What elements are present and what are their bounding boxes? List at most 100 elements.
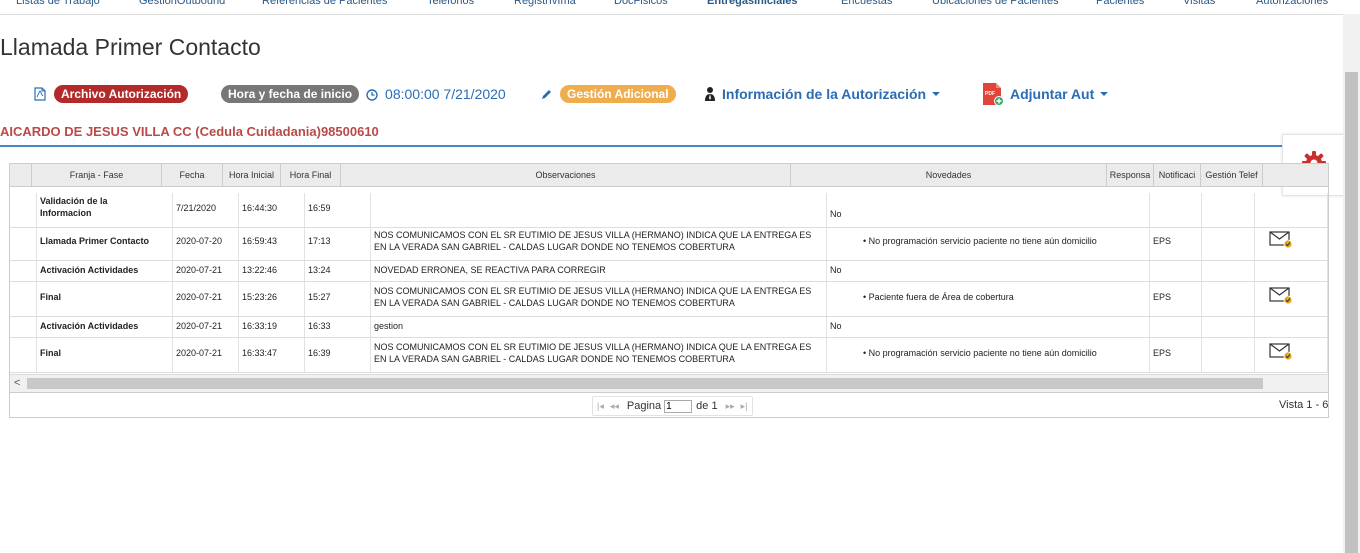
nav-item[interactable]: Autorizaciones bbox=[1256, 0, 1328, 7]
observaciones-cell: NOS COMUNICAMOS CON EL SR EUTIMIO DE JES… bbox=[371, 282, 827, 316]
page-title: Llamada Primer Contacto bbox=[0, 34, 261, 60]
table-row[interactable]: Activación Actividades 2020-07-21 16:33:19… bbox=[10, 317, 1328, 338]
column-header[interactable]: Observaciones bbox=[341, 164, 791, 186]
scroll-left-icon[interactable]: < bbox=[14, 377, 20, 389]
column-header[interactable]: Fecha bbox=[162, 164, 223, 186]
pdf-icon-text: PDF bbox=[985, 91, 995, 97]
gestion-adicional-item[interactable]: Gestión Adicional bbox=[540, 85, 676, 103]
mail-check-icon[interactable] bbox=[1269, 343, 1293, 363]
hora-inicial-cell: 13:22:46 bbox=[239, 261, 305, 281]
column-header[interactable] bbox=[10, 164, 32, 186]
fase-cell: Final bbox=[37, 282, 173, 316]
nav-item[interactable]: GestionOutbound bbox=[139, 0, 225, 7]
nav-item[interactable]: EntregasIniciales bbox=[707, 0, 798, 7]
mail-check-icon[interactable] bbox=[1269, 231, 1293, 251]
pencil-icon[interactable] bbox=[540, 88, 553, 101]
fase-cell: Activación Actividades bbox=[37, 261, 173, 281]
table-row[interactable]: Activación Actividades 2020-07-21 13:22:46… bbox=[10, 261, 1328, 282]
novedad-cell: No bbox=[827, 317, 1150, 337]
novedad-value: No programación servicio paciente no tie… bbox=[868, 236, 1097, 246]
responsable-cell: EPS bbox=[1150, 338, 1202, 372]
fase-text: Final bbox=[40, 348, 62, 358]
pager-controls: |◂ ◂◂ Pagina de 1 ▸▸ ▸| bbox=[592, 396, 753, 416]
hora-final-cell: 15:27 bbox=[305, 282, 371, 316]
responsable-text: EPS bbox=[1153, 348, 1172, 358]
nav-item[interactable]: Pacientes bbox=[1096, 0, 1144, 7]
clock-icon bbox=[366, 88, 378, 101]
adjuntar-aut-label[interactable]: Adjuntar Aut bbox=[1010, 86, 1094, 102]
hora-inicial-text: 15:23:26 bbox=[242, 292, 278, 302]
table-row[interactable]: Final 2020-07-21 15:23:26 15:27 NOS COMUNICA… bbox=[10, 282, 1328, 317]
horizontal-scroll-thumb[interactable] bbox=[27, 378, 1263, 389]
hora-inicial-cell: 16:59:43 bbox=[239, 226, 305, 260]
nav-item[interactable]: Encuestas bbox=[841, 0, 892, 7]
nav-item[interactable]: DocFisicos bbox=[614, 0, 668, 7]
notificacion-cell bbox=[1202, 261, 1255, 281]
responsable-text: EPS bbox=[1153, 292, 1172, 302]
section-divider bbox=[0, 145, 1300, 147]
prev-page-icon[interactable]: ◂◂ bbox=[610, 401, 619, 412]
nav-item[interactable]: Visitas bbox=[1183, 0, 1215, 7]
caret-down-icon[interactable] bbox=[932, 92, 941, 96]
table-row[interactable]: Llamada Primer Contacto 2020-07-20 16:59:4… bbox=[10, 226, 1328, 261]
novedad-text: No bbox=[830, 321, 842, 331]
adjuntar-aut-dropdown[interactable]: PDF Adjuntar Aut bbox=[982, 82, 1109, 106]
fase-text: Activación Actividades bbox=[40, 265, 139, 275]
notificacion-cell bbox=[1202, 317, 1255, 337]
archivo-autorizacion-badge[interactable]: Archivo Autorización bbox=[54, 85, 189, 103]
row-select-cell bbox=[10, 338, 37, 372]
actividades-grid: Franja - Fase Fecha Hora Inicial Hora Final… bbox=[9, 163, 1329, 418]
column-header[interactable]: Notificaci bbox=[1154, 164, 1201, 186]
table-row[interactable]: Validación de la Informacion 7/21/2020 16:… bbox=[10, 193, 1328, 228]
fase-cell: Llamada Primer Contacto bbox=[37, 226, 173, 260]
column-header[interactable]: Franja - Fase bbox=[32, 164, 162, 186]
page-number-input[interactable] bbox=[664, 399, 693, 413]
hora-inicial-text: 16:33:47 bbox=[242, 348, 278, 358]
observaciones-text: NOS COMUNICAMOS CON EL SR EUTIMIO DE JES… bbox=[374, 286, 812, 308]
page-scroll-thumb[interactable] bbox=[1345, 72, 1358, 553]
responsable-cell: EPS bbox=[1150, 282, 1202, 316]
row-select-cell bbox=[10, 317, 37, 337]
first-page-icon[interactable]: |◂ bbox=[597, 401, 604, 412]
observaciones-cell bbox=[371, 193, 827, 227]
horizontal-scrollbar[interactable]: < bbox=[10, 374, 1328, 392]
hora-final-cell: 17:13 bbox=[305, 226, 371, 260]
nav-item[interactable]: Ubicaciones de Pacientes bbox=[932, 0, 1059, 7]
pdf-attach-icon[interactable]: PDF bbox=[982, 82, 1004, 106]
column-header[interactable]: Hora Final bbox=[281, 164, 341, 186]
fase-text: Validación de la Informacion bbox=[40, 196, 108, 218]
fecha-cell: 2020-07-21 bbox=[173, 261, 239, 281]
hora-final-text: 17:13 bbox=[308, 236, 331, 246]
next-page-icon[interactable]: ▸▸ bbox=[726, 401, 735, 412]
last-page-icon[interactable]: ▸| bbox=[741, 401, 748, 412]
nav-item[interactable]: Referencias de Pacientes bbox=[262, 0, 387, 7]
informacion-autorizacion-dropdown[interactable]: Información de la Autorización bbox=[704, 85, 941, 103]
column-header[interactable]: Hora Inicial bbox=[223, 164, 281, 186]
column-header[interactable]: Novedades bbox=[791, 164, 1107, 186]
novedad-cell: No bbox=[827, 193, 1150, 227]
pdf-file-icon[interactable] bbox=[34, 87, 46, 101]
hora-inicial-cell: 16:33:47 bbox=[239, 338, 305, 372]
nav-item[interactable]: RegistrIvIma bbox=[514, 0, 576, 7]
nav-item[interactable]: Listas de Trabajo bbox=[16, 0, 100, 7]
column-header[interactable]: Responsa bbox=[1107, 164, 1154, 186]
hora-inicial-text: 13:22:46 bbox=[242, 265, 278, 275]
novedad-text: No bbox=[830, 265, 842, 275]
archivo-autorizacion-item[interactable]: Archivo Autorización bbox=[34, 85, 189, 103]
nav-item[interactable]: Telefonos bbox=[427, 0, 474, 7]
mail-check-icon[interactable] bbox=[1269, 287, 1293, 307]
caret-down-icon[interactable] bbox=[1100, 92, 1109, 96]
hora-final-text: 16:33 bbox=[308, 321, 331, 331]
fecha-text: 2020-07-21 bbox=[176, 348, 223, 358]
page-vertical-scrollbar[interactable] bbox=[1343, 14, 1360, 553]
fase-text: Llamada Primer Contacto bbox=[40, 236, 150, 246]
novedad-text: • No programación servicio paciente no t… bbox=[863, 235, 1147, 247]
column-header[interactable]: Gestión Telef bbox=[1201, 164, 1263, 186]
table-row[interactable]: Final 2020-07-21 16:33:47 16:39 NOS COMUNICA… bbox=[10, 338, 1328, 373]
informacion-autorizacion-label[interactable]: Información de la Autorización bbox=[722, 86, 926, 102]
gestion-adicional-badge[interactable]: Gestión Adicional bbox=[560, 85, 676, 103]
observaciones-text: NOS COMUNICAMOS CON EL SR EUTIMIO DE JES… bbox=[374, 230, 812, 252]
notificacion-cell bbox=[1202, 338, 1255, 372]
fecha-text: 2020-07-20 bbox=[176, 236, 223, 246]
row-select-cell bbox=[10, 261, 37, 281]
